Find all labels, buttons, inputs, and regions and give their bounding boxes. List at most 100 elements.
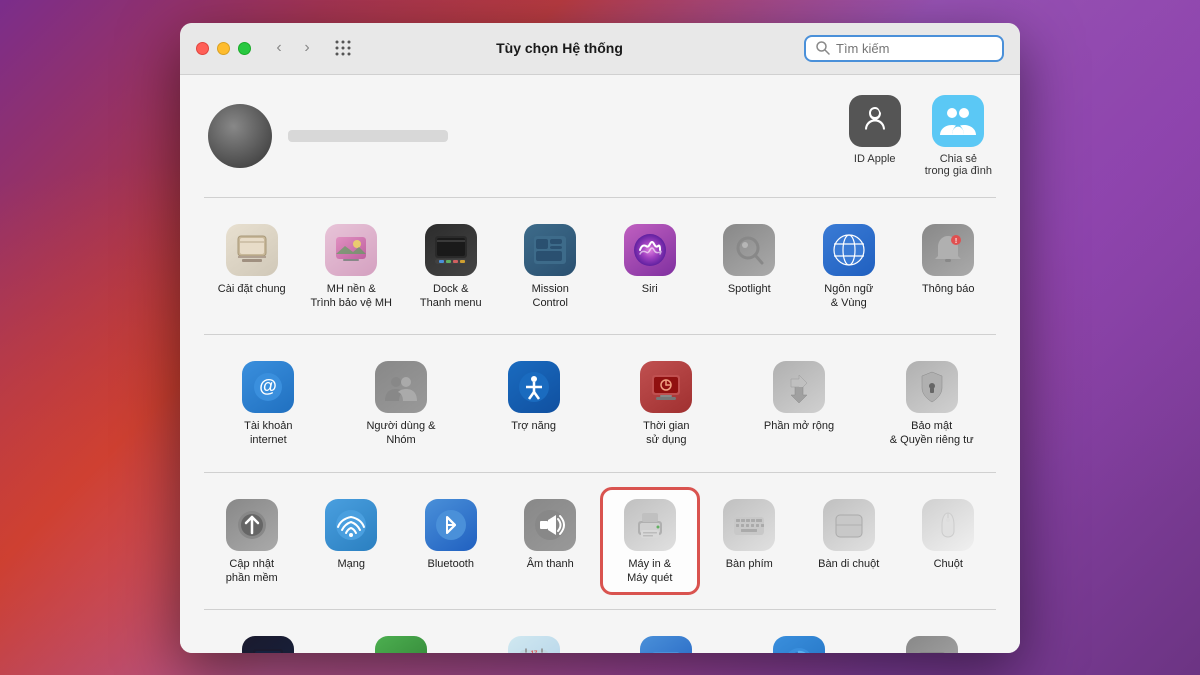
minimize-button[interactable] (217, 42, 230, 55)
dock-label: Dock &Thanh menu (420, 282, 482, 311)
screentime-icon (640, 361, 692, 413)
trackpad-icon (823, 499, 875, 551)
wallpaper-label: MH nền &Trình bảo vệ MH (310, 282, 392, 311)
pref-screentime[interactable]: Thời giansử dụng (602, 351, 731, 456)
language-icon (823, 224, 875, 276)
datetime-icon: 17 (508, 636, 560, 652)
pref-sharing[interactable]: Chia sẻ (602, 626, 731, 652)
family-label: Chia sẻtrong gia đình (925, 153, 992, 177)
profile-right: ID Apple Chia sẻtrong gia đình (849, 95, 992, 177)
pref-timemachine[interactable]: TimeMachine (735, 626, 864, 652)
pref-extension[interactable]: Phần mở rộng (735, 351, 864, 456)
grid-button[interactable] (331, 36, 355, 60)
search-box[interactable] (804, 35, 1004, 62)
siri-icon (624, 224, 676, 276)
screentime-label: Thời giansử dụng (643, 419, 689, 448)
pref-security[interactable]: Bảo mật& Quyền riêng tư (867, 351, 996, 456)
internet-icon: @ (242, 361, 294, 413)
pref-network[interactable]: Mạng (304, 489, 400, 594)
search-input[interactable] (836, 41, 992, 56)
security-icon (906, 361, 958, 413)
software-icon (226, 499, 278, 551)
keyboard-label: Bàn phím (726, 557, 773, 571)
divider-4 (204, 609, 996, 610)
general-icon (226, 224, 278, 276)
grid-row-4: Màn hình ⚡ Pin (204, 626, 996, 652)
sound-label: Âm thanh (527, 557, 574, 571)
network-label: Mạng (337, 557, 365, 571)
siri-label: Siri (642, 282, 658, 296)
printer-icon (624, 499, 676, 551)
notification-label: Thông báo (922, 282, 975, 296)
svg-text:17: 17 (530, 651, 537, 652)
apple-id-icon (849, 95, 901, 147)
nav-buttons: ‹ › (267, 36, 319, 60)
pref-printer[interactable]: Máy in &Máy quét (602, 489, 698, 594)
search-icon (816, 41, 830, 55)
bluetooth-label: Bluetooth (428, 557, 474, 571)
maximize-button[interactable] (238, 42, 251, 55)
window-title: Tùy chọn Hệ thống (355, 40, 764, 56)
mission-icon (524, 224, 576, 276)
pref-general[interactable]: Cài đặt chung (204, 214, 300, 319)
mouse-icon (922, 499, 974, 551)
svg-text:@: @ (260, 376, 278, 396)
pref-siri[interactable]: Siri (602, 214, 698, 319)
pref-dock[interactable]: Dock &Thanh menu (403, 214, 499, 319)
pref-internet[interactable]: @ Tài khoảninternet (204, 351, 333, 456)
system-preferences-window: ‹ › Tùy chọn Hệ thống (180, 23, 1020, 653)
pref-battery[interactable]: ⚡ Pin (337, 626, 466, 652)
timemachine-icon (773, 636, 825, 652)
close-button[interactable] (196, 42, 209, 55)
pref-language[interactable]: Ngôn ngữ& Vùng (801, 214, 897, 319)
spotlight-icon (723, 224, 775, 276)
pref-accessibility[interactable]: Trợ năng (469, 351, 598, 456)
family-sharing-item[interactable]: Chia sẻtrong gia đình (925, 95, 992, 177)
back-button[interactable]: ‹ (267, 36, 291, 60)
pref-mission[interactable]: MissionControl (503, 214, 599, 319)
network-icon (325, 499, 377, 551)
divider-3 (204, 472, 996, 473)
security-label: Bảo mật& Quyền riêng tư (890, 419, 974, 448)
printer-label: Máy in &Máy quét (627, 557, 672, 586)
apple-id-label: ID Apple (854, 153, 896, 165)
pref-trackpad[interactable]: Bàn di chuột (801, 489, 897, 594)
forward-button[interactable]: › (295, 36, 319, 60)
internet-label: Tài khoảninternet (244, 419, 292, 448)
pref-datetime[interactable]: 17 Ngày & Giờ (469, 626, 598, 652)
content-area: ID Apple Chia sẻtrong gia đình (180, 75, 1020, 653)
bluetooth-icon (425, 499, 477, 551)
pref-software[interactable]: Cập nhậtphần mềm (204, 489, 300, 594)
battery-icon: ⚡ (375, 636, 427, 652)
pref-notification[interactable]: ! Thông báo (901, 214, 997, 319)
mission-label: MissionControl (532, 282, 569, 311)
divider-2 (204, 334, 996, 335)
sharing-icon (640, 636, 692, 652)
pref-spotlight[interactable]: Spotlight (702, 214, 798, 319)
pref-users[interactable]: Người dùng &Nhóm (337, 351, 466, 456)
keyboard-icon (723, 499, 775, 551)
pref-keyboard[interactable]: Bàn phím (702, 489, 798, 594)
pref-wallpaper[interactable]: MH nền &Trình bảo vệ MH (304, 214, 400, 319)
pref-bluetooth[interactable]: Bluetooth (403, 489, 499, 594)
software-label: Cập nhậtphần mềm (226, 557, 278, 586)
divider-1 (204, 197, 996, 198)
profile-section: ID Apple Chia sẻtrong gia đình (204, 95, 996, 177)
spotlight-label: Spotlight (728, 282, 771, 296)
grid-row-1: Cài đặt chung (204, 214, 996, 319)
apple-id-item[interactable]: ID Apple (849, 95, 901, 177)
dock-icon (425, 224, 477, 276)
svg-text:!: ! (955, 238, 957, 245)
pref-display[interactable]: Màn hình (204, 626, 333, 652)
avatar[interactable] (208, 104, 272, 168)
traffic-lights (196, 42, 251, 55)
extension-icon (773, 361, 825, 413)
wallpaper-icon (325, 224, 377, 276)
pref-mouse[interactable]: Chuột (901, 489, 997, 594)
language-label: Ngôn ngữ& Vùng (824, 282, 873, 311)
extension-label: Phần mở rộng (764, 419, 834, 433)
pref-sound[interactable]: Âm thanh (503, 489, 599, 594)
profile-name-blur (288, 130, 448, 142)
pref-startup[interactable]: Ổ đĩaKhởi động (867, 626, 996, 652)
general-label: Cài đặt chung (218, 282, 286, 296)
